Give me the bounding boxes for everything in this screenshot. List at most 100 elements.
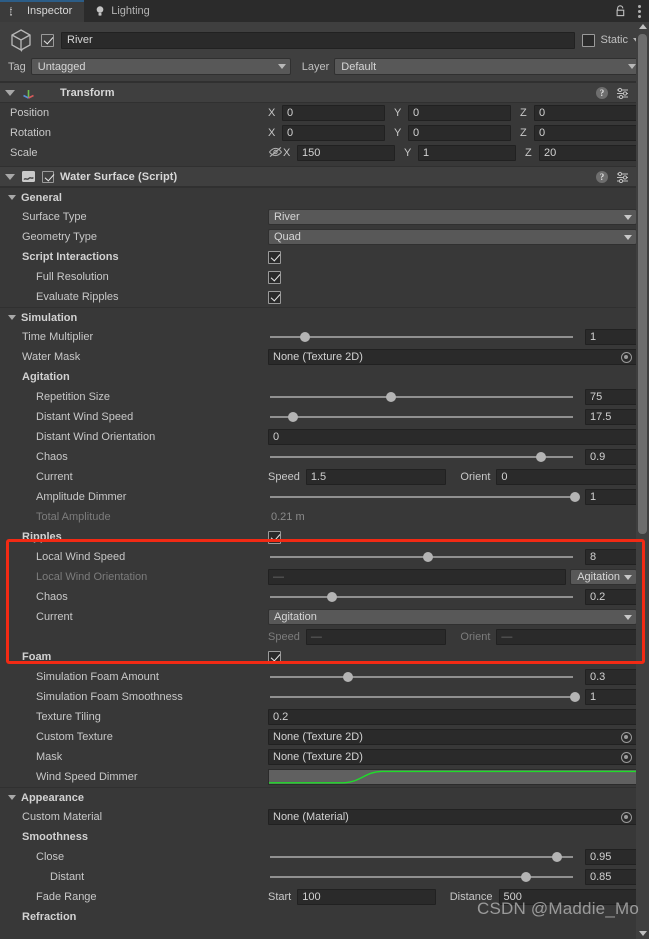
position-y-input[interactable]: 0 — [408, 105, 511, 121]
axis-y-label: Y — [394, 127, 402, 139]
row-geometry-type: Geometry Type Quad — [0, 227, 649, 247]
vertical-scrollbar[interactable] — [636, 22, 649, 939]
agitation-current-speed-input[interactable]: 1.5 — [305, 469, 447, 485]
repetition-size-input[interactable]: 75 — [585, 389, 637, 405]
distant-wind-speed-slider[interactable] — [268, 409, 575, 425]
slider-knob[interactable] — [422, 552, 433, 562]
tag-dropdown[interactable]: Untagged — [30, 58, 291, 75]
simulation-foam-amount-slider[interactable] — [268, 669, 575, 685]
object-picker-icon[interactable] — [621, 731, 632, 743]
agitation-chaos-slider[interactable] — [268, 449, 575, 465]
scrollbar-thumb[interactable] — [638, 34, 647, 534]
distant-wind-speed-input[interactable]: 17.5 — [585, 409, 637, 425]
simulation-foam-amount-input[interactable]: 0.3 — [585, 669, 637, 685]
preset-icon[interactable] — [616, 171, 629, 183]
foldout-arrow-icon[interactable] — [8, 195, 16, 200]
transform-component-header[interactable]: Transform ? — [0, 82, 649, 103]
transform-body: Position X 0 Y 0 Z 0 Rotation X 0 Y 0 Z … — [0, 103, 649, 163]
section-general[interactable]: General — [0, 187, 649, 207]
slider-knob[interactable] — [385, 392, 396, 402]
scale-y-input[interactable]: 1 — [418, 145, 516, 161]
rotation-y-input[interactable]: 0 — [408, 125, 511, 141]
scale-z-input[interactable]: 20 — [539, 145, 637, 161]
section-simulation[interactable]: Simulation — [0, 307, 649, 327]
slider-knob[interactable] — [536, 452, 547, 462]
fade-range-start-input[interactable]: 100 — [297, 889, 436, 905]
slider-knob[interactable] — [520, 872, 531, 882]
repetition-size-slider[interactable] — [268, 389, 575, 405]
slider-knob[interactable] — [287, 412, 298, 422]
amplitude-dimmer-slider[interactable] — [268, 489, 580, 505]
foldout-arrow-icon[interactable] — [5, 89, 15, 96]
full-resolution-checkbox[interactable] — [268, 270, 281, 284]
lock-icon[interactable] — [615, 5, 626, 17]
scroll-down-arrow-icon[interactable] — [639, 931, 647, 936]
ripples-chaos-slider[interactable] — [268, 589, 575, 605]
foldout-arrow-icon[interactable] — [8, 795, 16, 800]
custom-texture-object-field[interactable]: None (Texture 2D) — [268, 729, 637, 745]
rotation-x-input[interactable]: 0 — [282, 125, 385, 141]
simulation-foam-smoothness-input[interactable]: 1 — [585, 689, 637, 705]
surface-type-dropdown[interactable]: River — [268, 209, 637, 225]
simulation-foam-smoothness-slider[interactable] — [268, 689, 580, 705]
position-z-input[interactable]: 0 — [534, 105, 637, 121]
amplitude-dimmer-input[interactable]: 1 — [585, 489, 637, 505]
tab-inspector[interactable]: i Inspector — [0, 0, 85, 22]
fade-range-distance-input[interactable]: 500 — [498, 889, 637, 905]
tab-lighting[interactable]: Lighting — [84, 0, 162, 22]
slider-knob[interactable] — [570, 692, 580, 702]
static-checkbox[interactable] — [582, 33, 596, 47]
custom-material-object-field[interactable]: None (Material) — [268, 809, 637, 825]
water-surface-enabled-checkbox[interactable] — [42, 170, 54, 183]
slider-knob[interactable] — [570, 492, 580, 502]
tag-layer-row: Tag Untagged Layer Default — [8, 58, 641, 75]
foldout-arrow-icon[interactable] — [5, 173, 15, 180]
help-icon[interactable]: ? — [596, 170, 608, 183]
scale-x-input[interactable]: 150 — [297, 145, 395, 161]
water-surface-component-header[interactable]: Water Surface (Script) ? — [0, 166, 649, 187]
slider-knob[interactable] — [299, 332, 310, 342]
gameobject-name-input[interactable]: River — [61, 31, 576, 49]
section-appearance[interactable]: Appearance — [0, 787, 649, 807]
foldout-arrow-icon[interactable] — [8, 315, 16, 320]
smoothness-distant-slider[interactable] — [268, 869, 575, 885]
eye-off-icon[interactable] — [268, 146, 283, 161]
preset-icon[interactable] — [616, 87, 629, 99]
slider-knob[interactable] — [342, 672, 353, 682]
slider-knob[interactable] — [327, 592, 338, 602]
scroll-up-arrow-icon[interactable] — [639, 24, 647, 29]
agitation-chaos-input[interactable]: 0.9 — [585, 449, 637, 465]
distant-wind-orientation-input[interactable]: 0 — [268, 429, 637, 445]
object-picker-icon[interactable] — [621, 351, 632, 363]
foam-mask-object-field[interactable]: None (Texture 2D) — [268, 749, 637, 765]
ripples-checkbox[interactable] — [268, 530, 281, 544]
gameobject-enabled-checkbox[interactable] — [41, 33, 54, 47]
rotation-z-input[interactable]: 0 — [534, 125, 637, 141]
water-mask-object-field[interactable]: None (Texture 2D) — [268, 349, 637, 365]
smoothness-close-slider[interactable] — [268, 849, 575, 865]
local-wind-orientation-mode-dropdown[interactable]: Agitation — [570, 569, 637, 585]
evaluate-ripples-checkbox[interactable] — [268, 290, 281, 304]
smoothness-close-input[interactable]: 0.95 — [585, 849, 637, 865]
row-evaluate-ripples: Evaluate Ripples — [0, 287, 649, 307]
wind-speed-dimmer-curve-field[interactable] — [268, 769, 637, 785]
object-picker-icon[interactable] — [621, 811, 632, 823]
help-icon[interactable]: ? — [596, 86, 608, 99]
ripples-chaos-input[interactable]: 0.2 — [585, 589, 637, 605]
object-picker-icon[interactable] — [621, 751, 632, 763]
texture-tiling-input[interactable]: 0.2 — [268, 709, 637, 725]
kebab-menu-icon[interactable] — [635, 4, 641, 18]
local-wind-speed-input[interactable]: 8 — [585, 549, 637, 565]
layer-dropdown[interactable]: Default — [334, 58, 641, 75]
local-wind-speed-slider[interactable] — [268, 549, 575, 565]
position-x-input[interactable]: 0 — [282, 105, 385, 121]
script-interactions-checkbox[interactable] — [268, 250, 281, 264]
agitation-current-orient-input[interactable]: 0 — [496, 469, 637, 485]
ripples-current-mode-dropdown[interactable]: Agitation — [268, 609, 637, 625]
time-multiplier-input[interactable]: 1 — [585, 329, 637, 345]
foam-checkbox[interactable] — [268, 650, 281, 664]
smoothness-distant-input[interactable]: 0.85 — [585, 869, 637, 885]
geometry-type-dropdown[interactable]: Quad — [268, 229, 637, 245]
slider-knob[interactable] — [551, 852, 562, 862]
time-multiplier-slider[interactable] — [268, 329, 575, 345]
